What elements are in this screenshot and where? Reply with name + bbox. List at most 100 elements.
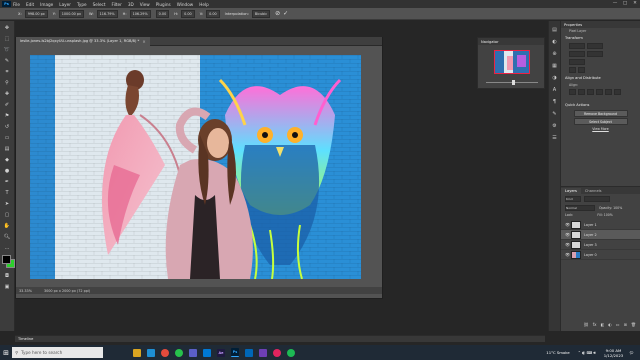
menu-window[interactable]: Window (177, 2, 194, 7)
history-icon[interactable]: ▤ (551, 26, 558, 33)
swatches-icon[interactable]: ▦ (551, 62, 558, 69)
teams-icon[interactable] (189, 348, 197, 357)
dodge-tool-icon[interactable]: ● (3, 167, 11, 175)
navigator-slider-knob[interactable] (512, 80, 515, 85)
maximize-button[interactable]: □ (620, 0, 630, 8)
chrome-icon[interactable] (161, 348, 169, 357)
app-icon[interactable] (259, 348, 267, 357)
clock[interactable]: 9:00 AM 1/12/2023 (604, 348, 623, 358)
quick-actions-title[interactable]: Quick Actions (561, 101, 640, 109)
y-field[interactable]: 1000.00 px (58, 9, 84, 18)
photoshop-logo[interactable]: Ps (2, 1, 11, 7)
align-middle-icon[interactable] (605, 89, 612, 95)
adjustments-icon[interactable]: ◑ (551, 74, 558, 81)
weather-widget[interactable]: 11°C Smoke (546, 350, 569, 355)
healing-tool-icon[interactable]: ✚ (3, 90, 11, 98)
menu-image[interactable]: Image (40, 2, 53, 7)
hand-tool-icon[interactable]: ✋ (3, 222, 11, 230)
opacity-field[interactable]: Opacity: 100% (599, 206, 622, 210)
music-icon[interactable] (273, 348, 281, 357)
flip-h-icon[interactable] (569, 67, 576, 73)
canvas-image[interactable] (30, 55, 361, 279)
zoom-level[interactable]: 33.33% (19, 289, 32, 293)
navigator-title[interactable]: Navigator (478, 38, 544, 45)
foreground-color-swatch[interactable] (2, 255, 11, 264)
properties-title[interactable]: Properties (561, 21, 640, 28)
document-size[interactable]: 3000 px x 2000 px (72 ppi) (44, 289, 90, 293)
commit-transform-icon[interactable]: ✓ (283, 10, 288, 17)
properties-icon[interactable]: ☰ (551, 134, 558, 141)
blend-mode-select[interactable]: Normal (565, 205, 595, 211)
visibility-eye-icon[interactable]: 👁︎ (565, 252, 570, 257)
layer-row[interactable]: 👁︎ Layer 1 (561, 220, 640, 230)
vscode-icon[interactable] (245, 348, 253, 357)
remove-background-button[interactable]: Remove Background (573, 110, 628, 117)
gradient-tool-icon[interactable]: ▤ (3, 145, 11, 153)
filter-toggle[interactable] (584, 196, 610, 202)
layer-row[interactable]: 👁︎ Layer 3 (561, 240, 640, 250)
navigator-icon[interactable]: ⊕ (551, 50, 558, 57)
shape-tool-icon[interactable]: ▢ (3, 211, 11, 219)
marquee-tool-icon[interactable]: ⬚ (3, 35, 11, 43)
menu-view[interactable]: View (140, 2, 150, 7)
interpolation-select[interactable]: Bicubic (251, 9, 271, 18)
quick-select-tool-icon[interactable]: ✎ (3, 57, 11, 65)
menu-help[interactable]: Help (199, 2, 209, 7)
ps-icon[interactable]: Ps (231, 348, 239, 357)
transform-w-input[interactable] (569, 43, 585, 49)
more-tools-icon[interactable]: … (3, 244, 11, 252)
notification-icon[interactable]: 💬︎ (629, 350, 634, 355)
zoom-tool-icon[interactable]: 🔍︎ (3, 233, 11, 241)
path-select-tool-icon[interactable]: ➤ (3, 200, 11, 208)
menu-3d[interactable]: 3D (128, 2, 134, 7)
align-section-title[interactable]: Align and Distribute (561, 74, 640, 82)
pen-tool-icon[interactable]: ✒ (3, 178, 11, 186)
new-layer-icon[interactable]: ⊞ (624, 322, 627, 327)
transform-angle-input[interactable] (569, 59, 585, 65)
height-field[interactable]: 106.29% (129, 9, 151, 18)
transform-h-input[interactable] (587, 43, 603, 49)
quick-mask-icon[interactable]: ◘ (3, 272, 11, 280)
history-brush-icon[interactable]: ↺ (3, 123, 11, 131)
folder-icon[interactable] (133, 348, 141, 357)
navigator-thumbnail[interactable] (494, 50, 530, 74)
menu-layer[interactable]: Layer (59, 2, 71, 7)
kind-filter-select[interactable]: Kind (565, 196, 581, 202)
hskew-field[interactable]: 0.00 (181, 9, 195, 18)
taskbar-search[interactable]: ⚲ Type here to search (12, 347, 103, 358)
timeline-title[interactable]: Timeline (18, 337, 33, 341)
spotify-icon[interactable] (287, 348, 295, 357)
move-tool-icon[interactable]: ✥ (3, 24, 11, 32)
rotate-field[interactable]: 0.00 (155, 9, 170, 18)
align-bottom-icon[interactable] (614, 89, 621, 95)
width-field[interactable]: 116.79% (96, 9, 118, 18)
visibility-eye-icon[interactable]: 👁︎ (565, 242, 570, 247)
flip-v-icon[interactable] (578, 67, 585, 73)
tray-icons[interactable]: ⌃ ◐ ⌨ 🔊︎ (578, 350, 596, 355)
select-subject-button[interactable]: Select Subject (573, 118, 628, 125)
glyphs-icon[interactable]: ⚙ (551, 122, 558, 129)
navigator-zoom-slider[interactable] (486, 80, 538, 85)
menu-edit[interactable]: Edit (26, 2, 34, 7)
x-field[interactable]: 998.00 px (24, 9, 48, 18)
paragraph-icon[interactable]: ¶ (551, 98, 558, 105)
eraser-tool-icon[interactable]: ▭ (3, 134, 11, 142)
screen-mode-icon[interactable]: ▣ (3, 283, 11, 291)
document-tab[interactable]: leslie-jones-Is2bJ2qxyUU-unsplash.jpg @ … (16, 36, 150, 46)
cancel-transform-icon[interactable]: ⊘ (275, 10, 280, 17)
group-icon[interactable]: ▭ (616, 322, 620, 327)
transform-section-title[interactable]: Transform (561, 34, 640, 42)
transform-y-input[interactable] (587, 51, 603, 57)
character-icon[interactable]: A (551, 86, 558, 93)
align-center-icon[interactable] (578, 89, 585, 95)
visibility-eye-icon[interactable]: 👁︎ (565, 232, 570, 237)
tab-channels[interactable]: Channels (581, 188, 606, 194)
trash-icon[interactable]: 🗑︎ (631, 322, 636, 327)
brush-tool-icon[interactable]: ✐ (3, 101, 11, 109)
brushes-icon[interactable]: ✎ (551, 110, 558, 117)
menu-filter[interactable]: Filter (111, 2, 121, 7)
blur-tool-icon[interactable]: ◆ (3, 156, 11, 164)
align-left-icon[interactable] (569, 89, 576, 95)
link-layers-icon[interactable]: ⛓ (584, 322, 589, 327)
ae-icon[interactable]: Ae (217, 348, 225, 357)
